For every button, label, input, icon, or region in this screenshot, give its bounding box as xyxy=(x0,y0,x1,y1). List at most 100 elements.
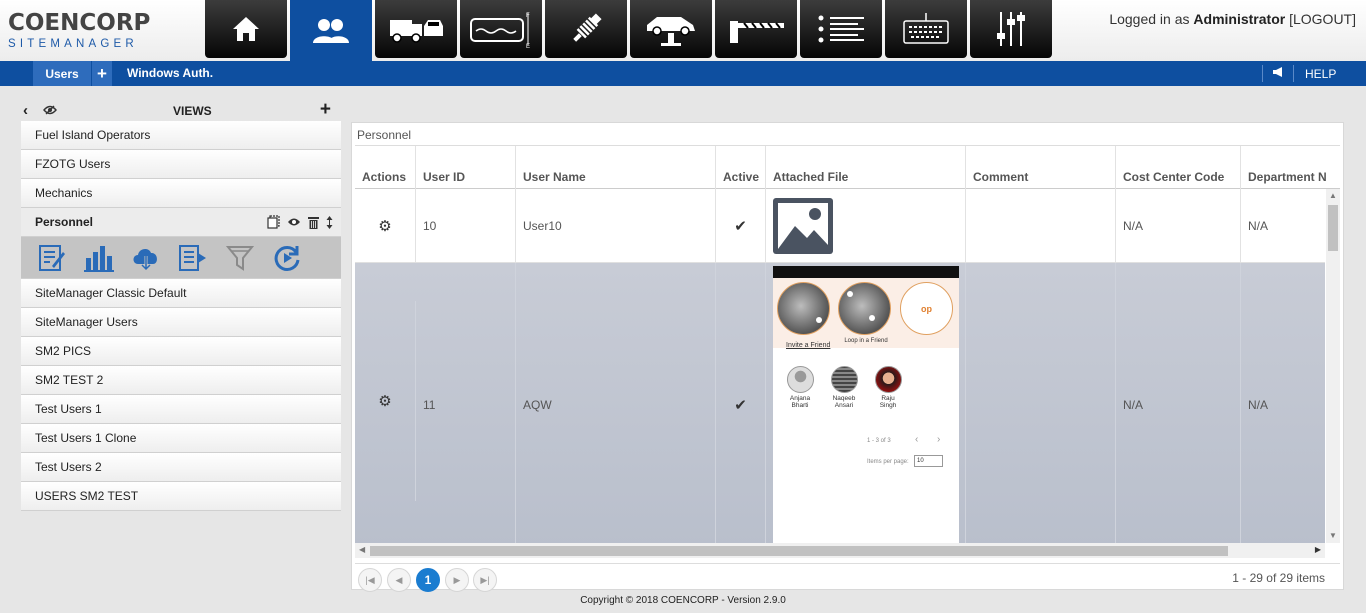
first-page-icon[interactable]: |◀ xyxy=(358,568,382,592)
add-view-button[interactable]: + xyxy=(320,99,331,121)
view-item[interactable]: SM2 TEST 2 xyxy=(21,366,341,395)
scroll-left-arrow-icon[interactable]: ◀ xyxy=(359,545,365,554)
scroll-right-arrow-icon[interactable]: ▶ xyxy=(1315,545,1321,554)
column-header[interactable]: Department N xyxy=(1241,146,1340,189)
copy-icon[interactable] xyxy=(267,215,280,229)
module-users[interactable] xyxy=(290,0,372,61)
user-id-cell: 10 xyxy=(416,189,516,262)
grid-title: Personnel xyxy=(357,128,412,142)
module-list[interactable] xyxy=(800,0,882,58)
avatar xyxy=(874,366,902,393)
view-item[interactable]: SiteManager Classic Default xyxy=(21,279,341,308)
friend-item: Raju Singh xyxy=(869,366,907,409)
parts-icon xyxy=(573,13,602,42)
view-item[interactable]: SM2 PICS xyxy=(21,337,341,366)
fuel-tank-icon: FE xyxy=(470,13,530,49)
tab-users[interactable]: Users xyxy=(33,61,91,86)
view-item-selected[interactable]: Personnel xyxy=(21,208,341,237)
export-icon[interactable] xyxy=(178,243,208,273)
camera-thumbnail xyxy=(777,282,830,335)
add-tab-button[interactable]: + xyxy=(92,61,112,86)
edit-view-icon[interactable] xyxy=(37,243,67,273)
trash-icon[interactable] xyxy=(308,216,319,229)
column-header[interactable]: Cost Center Code xyxy=(1116,146,1241,189)
module-home[interactable] xyxy=(205,0,287,58)
page-number-button[interactable]: 1 xyxy=(416,568,440,592)
next-page-icon[interactable]: ▶ xyxy=(445,568,469,592)
coencorp-logo[interactable]: COENCORP SITEMANAGER xyxy=(8,10,198,54)
column-header[interactable]: Active xyxy=(716,146,766,189)
department-cell: N/A xyxy=(1248,218,1269,233)
friend-last-name: Singh xyxy=(879,402,897,409)
sort-arrows-icon[interactable] xyxy=(326,215,333,229)
barrier-gate-icon xyxy=(730,21,784,43)
view-item[interactable]: FZOTG Users xyxy=(21,150,341,179)
login-status: Logged in as Administrator [LOGOUT] xyxy=(1109,11,1356,27)
table-row[interactable]: ⚙ 10 User10 ✔ N/A N/A xyxy=(355,189,1325,263)
announcement-icon[interactable] xyxy=(1272,66,1285,81)
chart-icon[interactable] xyxy=(84,243,114,273)
footer-copyright: Copyright © 2018 COENCORP - Version 2.9.… xyxy=(580,595,786,606)
phone-items-per-page-select: 10 xyxy=(914,455,943,467)
horizontal-scroll-thumb[interactable] xyxy=(370,546,1228,556)
friend-first-name: Anjana xyxy=(789,395,811,402)
gear-icon[interactable]: ⚙ xyxy=(378,392,391,410)
column-header[interactable]: User ID xyxy=(416,146,516,189)
module-barrier-gate[interactable] xyxy=(715,0,797,58)
horizontal-scrollbar[interactable]: ◀ ▶ xyxy=(355,543,1325,558)
view-item[interactable]: SiteManager Users xyxy=(21,308,341,337)
list-icon xyxy=(818,15,864,43)
cloud-download-icon[interactable] xyxy=(131,243,161,273)
module-vehicles[interactable] xyxy=(375,0,457,58)
column-header[interactable]: Comment xyxy=(966,146,1116,189)
prev-page-icon[interactable]: ◀ xyxy=(387,568,411,592)
last-page-icon[interactable]: ▶| xyxy=(473,568,497,592)
attached-screenshot-thumbnail[interactable]: op Loop in a Friend Invite a Friend Anja… xyxy=(773,266,959,543)
view-item[interactable]: Fuel Island Operators xyxy=(21,121,341,150)
module-vehicle-lift[interactable] xyxy=(630,0,712,58)
refresh-icon[interactable] xyxy=(272,243,302,273)
views-title: VIEWS xyxy=(173,104,212,118)
module-fuel-tank[interactable]: FE xyxy=(460,0,542,58)
scroll-up-arrow-icon[interactable]: ▲ xyxy=(1329,191,1337,200)
checkmark-icon: ✔ xyxy=(734,217,747,235)
avatar xyxy=(786,366,814,393)
windows-auth-link[interactable]: Windows Auth. xyxy=(127,66,213,80)
view-item[interactable]: Test Users 1 Clone xyxy=(21,424,341,453)
module-parts[interactable] xyxy=(545,0,627,58)
personnel-grid-panel: Personnel Actions User ID User Name Acti… xyxy=(351,122,1344,592)
friend-first-name: Raju xyxy=(881,395,895,402)
phone-next-chevron-icon: › xyxy=(937,434,941,445)
table-row[interactable]: ⚙ 11 AQW ✔ N/A N/A op Loop in a Friend I… xyxy=(355,263,1325,543)
attached-file-cell xyxy=(766,189,966,262)
module-settings[interactable] xyxy=(970,0,1052,58)
login-user: Administrator xyxy=(1193,11,1286,27)
phone-items-per-page-label: Items per page: xyxy=(867,459,909,465)
view-item[interactable]: Test Users 1 xyxy=(21,395,341,424)
collapse-chevron-left-icon[interactable]: ‹ xyxy=(23,102,28,119)
view-item[interactable]: USERS SM2 TEST xyxy=(21,482,341,511)
column-header[interactable]: User Name xyxy=(516,146,716,189)
phone-status-bar xyxy=(773,266,959,278)
help-link[interactable]: HELP xyxy=(1305,67,1336,81)
hide-views-eye-icon[interactable] xyxy=(43,104,57,118)
actions-cell: ⚙ xyxy=(355,301,416,501)
scroll-down-arrow-icon[interactable]: ▼ xyxy=(1329,531,1337,540)
gear-icon[interactable]: ⚙ xyxy=(378,217,391,235)
filter-icon[interactable] xyxy=(225,243,255,273)
column-header[interactable]: Attached File xyxy=(766,146,966,189)
friend-last-name: Bharti xyxy=(791,402,809,409)
view-item[interactable]: Test Users 2 xyxy=(21,453,341,482)
vertical-scrollbar[interactable]: ▲ ▼ xyxy=(1326,189,1340,543)
comment-cell xyxy=(966,263,1116,543)
logout-link[interactable]: [LOGOUT] xyxy=(1289,11,1356,27)
view-eye-icon[interactable] xyxy=(287,217,301,227)
module-terminal[interactable] xyxy=(885,0,967,58)
login-prefix: Logged in as xyxy=(1109,11,1190,27)
view-item[interactable]: Mechanics xyxy=(21,179,341,208)
image-placeholder-icon[interactable] xyxy=(773,197,833,254)
vertical-scroll-thumb[interactable] xyxy=(1328,205,1338,251)
column-header[interactable]: Actions xyxy=(355,146,416,189)
user-name-cell: User10 xyxy=(516,189,716,262)
phone-camera-band: op Loop in a Friend xyxy=(773,278,959,348)
